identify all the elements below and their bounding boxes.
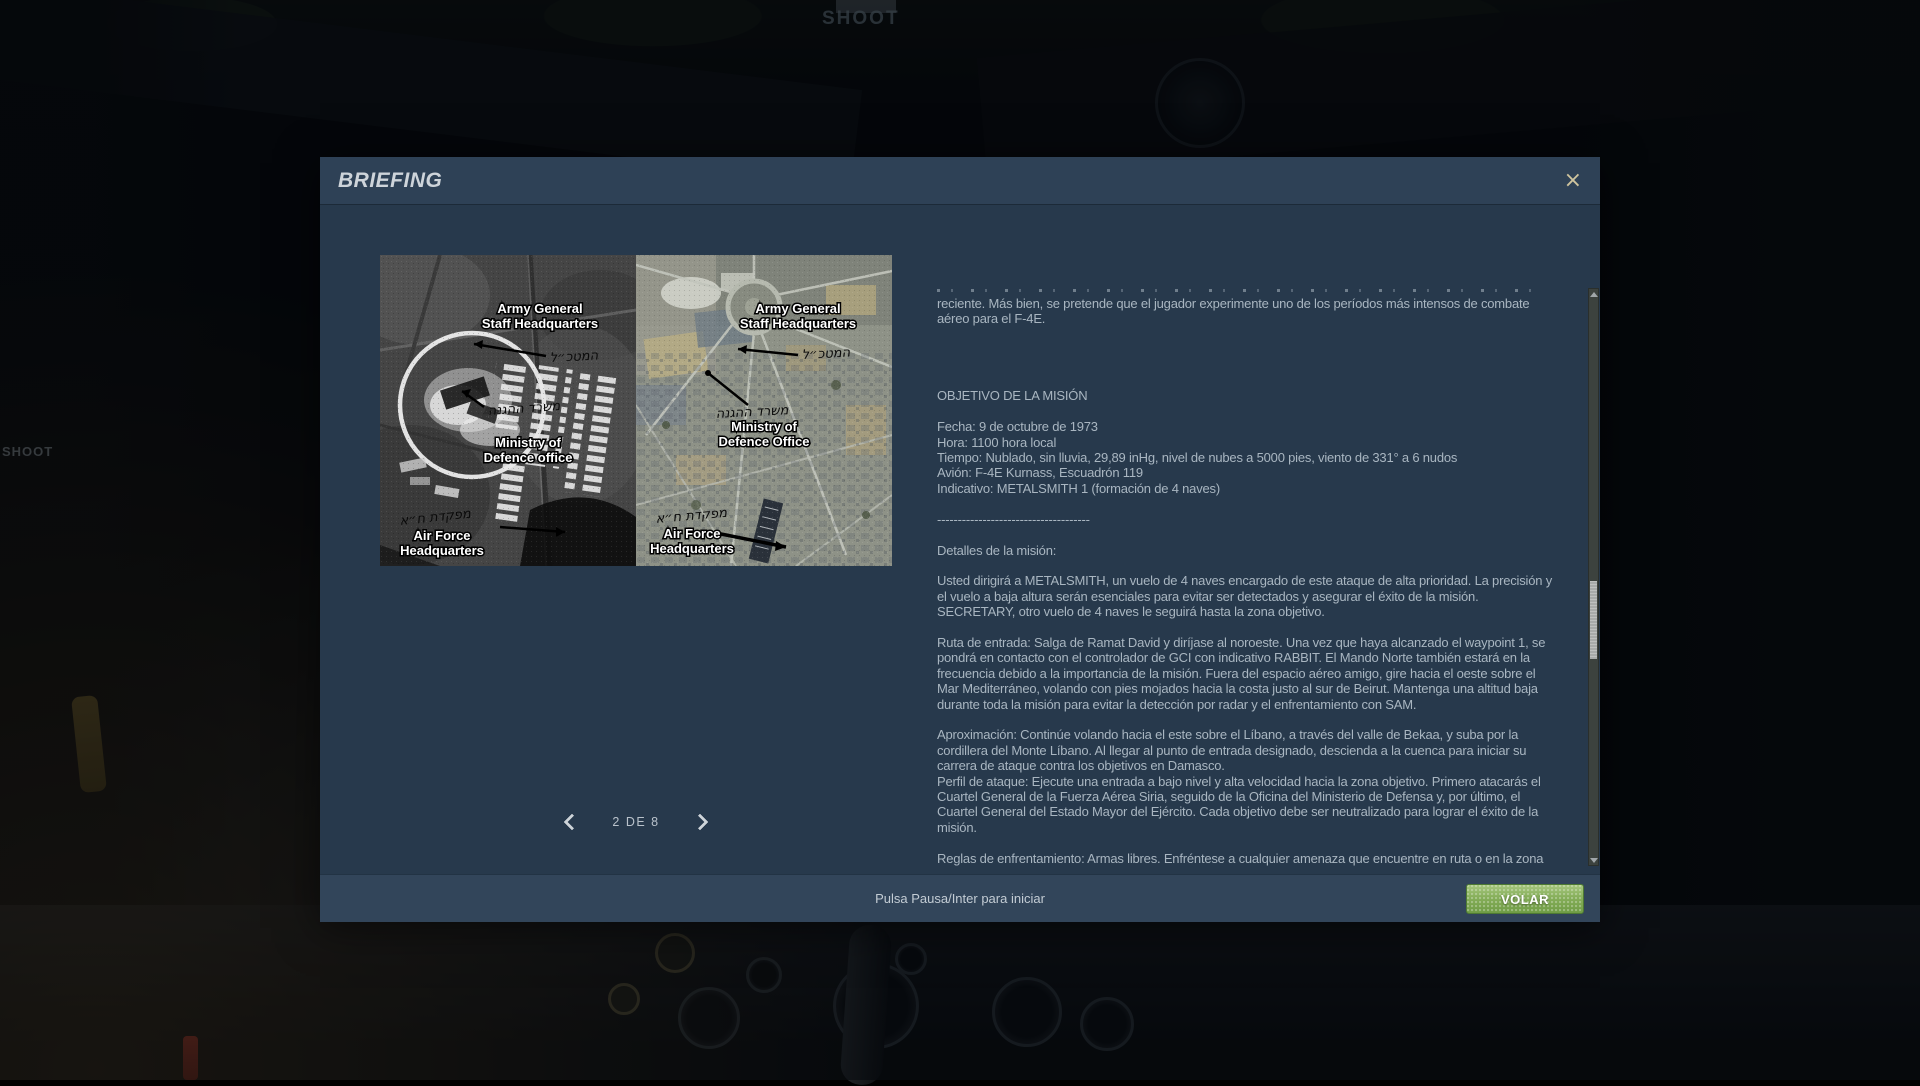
dialog-header: BRIEFING × [320,157,1600,205]
label-airforce-hq: Air Force [663,526,720,541]
hebrew-annotation-army: המטכ״ל [549,348,599,366]
close-icon[interactable]: × [1564,170,1582,192]
label-army-hq: Army General [755,301,840,316]
briefing-text-scroll-area[interactable]: reciente. Más bien, se pretende que el j… [937,288,1559,868]
start-hint: Pulsa Pausa/Inter para iniciar [320,875,1600,922]
text-scrollbar[interactable] [1588,288,1599,866]
label-army-hq: Staff Headquarters [740,316,856,331]
label-airforce-hq: Headquarters [650,541,734,556]
clipped-text-line [937,289,1547,292]
label-ministry: Defence Office [718,434,809,449]
label-army-hq: Army General [497,301,582,316]
page-indicator: 2 DE 8 [612,815,659,829]
briefing-text: reciente. Más bien, se pretende que el j… [937,296,1559,868]
next-page-button[interactable] [690,810,714,834]
scroll-up-arrow-icon[interactable] [1589,289,1598,299]
previous-page-button[interactable] [558,810,582,834]
label-airforce-hq: Air Force [413,528,470,543]
chevron-left-icon [564,814,581,831]
scrollbar-thumb[interactable] [1590,581,1597,659]
dialog-title: BRIEFING [338,169,442,193]
label-ministry: Defence office [484,450,573,465]
chevron-right-icon [691,814,708,831]
briefing-dialog: BRIEFING × [320,157,1600,922]
label-ministry: Ministry of [495,435,561,450]
label-army-hq: Staff Headquarters [482,316,598,331]
hebrew-annotation-army: המטכ״ל [801,345,851,363]
label-airforce-hq: Headquarters [400,543,484,558]
recon-photo-bw: המטכ״ל משרד ההגנה מפקדת ח״א Army General… [380,255,636,566]
satellite-map-photo: המטכ״ל משרד ההגנה מפקדת ח״א Army General… [636,255,892,566]
scroll-down-arrow-icon[interactable] [1589,855,1598,865]
image-pagination: 2 DE 8 [380,809,892,835]
dialog-footer: Pulsa Pausa/Inter para iniciar VOLAR [320,874,1600,922]
briefing-images: המטכ״ל משרד ההגנה מפקדת ח״א Army General… [380,255,892,566]
fly-button[interactable]: VOLAR [1466,884,1584,914]
label-ministry: Ministry of [731,419,797,434]
